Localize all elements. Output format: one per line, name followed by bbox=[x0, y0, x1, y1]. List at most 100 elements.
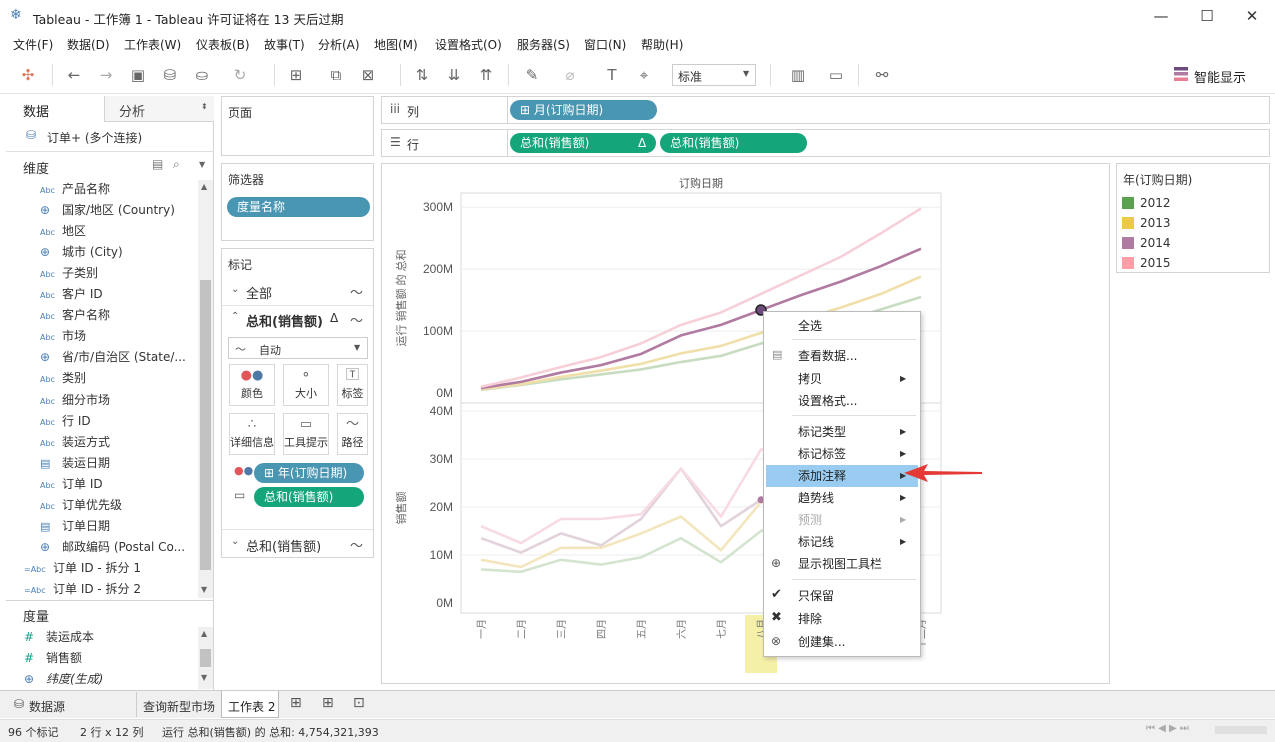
rows-pill-sales[interactable]: 总和(销售额) bbox=[660, 133, 807, 153]
tooltip-pill-sales[interactable]: 总和(销售额) bbox=[254, 487, 364, 507]
show-labels-icon[interactable]: T bbox=[600, 62, 624, 88]
page-nav-icons[interactable]: ⏮ ◀ ▶ ⏭ bbox=[1146, 723, 1189, 734]
pages-card[interactable]: 页面 bbox=[221, 96, 374, 156]
zoom-slider[interactable] bbox=[1215, 726, 1267, 734]
dimension-field[interactable]: ▤ 订单日期 bbox=[40, 517, 215, 538]
menu-trend-line[interactable]: 趋势线 bbox=[798, 488, 834, 508]
scrollbar[interactable]: ▲ ▼ bbox=[198, 180, 213, 598]
new-datasource-icon[interactable]: ⛁ bbox=[158, 62, 182, 88]
show-me-button[interactable]: 智能显示 bbox=[1194, 67, 1246, 86]
legend-item[interactable]: 2012 bbox=[1122, 194, 1171, 212]
menu-select-all[interactable]: 全选 bbox=[798, 316, 822, 336]
dimension-field[interactable]: ⊕ 邮政编码 (Postal Co... bbox=[40, 538, 215, 559]
chevron-down-icon[interactable]: ⌄ bbox=[231, 536, 239, 547]
dimension-field[interactable]: =Abc 订单 ID - 拆分 2 bbox=[24, 580, 199, 601]
undo-icon[interactable]: ← bbox=[62, 62, 86, 88]
menu-server[interactable]: 服务器(S) bbox=[517, 36, 570, 53]
mark-type-select[interactable]: 〜 自动 ▼ bbox=[228, 337, 368, 359]
clear-sheet-icon[interactable]: ⊠ bbox=[356, 62, 380, 88]
menu-add-annotation[interactable]: 添加注释 bbox=[798, 466, 846, 486]
share-icon[interactable]: ⚯ bbox=[870, 62, 894, 88]
columns-shelf[interactable]: iii 列 ⊞ 月(订购日期) bbox=[381, 96, 1270, 124]
fit-select[interactable]: 标准 ▼ bbox=[672, 64, 756, 86]
dimension-field[interactable]: Abc 订单 ID bbox=[40, 475, 215, 496]
swap-icon[interactable]: ⇅ bbox=[410, 62, 434, 88]
new-story-icon[interactable]: ⊡ bbox=[353, 695, 365, 711]
menu-view-data[interactable]: 查看数据... bbox=[798, 346, 857, 366]
tab-analysis[interactable]: 分析 ⬍ bbox=[104, 96, 214, 122]
dimension-field[interactable]: Abc 行 ID bbox=[40, 412, 215, 433]
scroll-up-icon[interactable]: ▲ bbox=[201, 629, 207, 638]
fix-axes-icon[interactable]: ⌖ bbox=[632, 62, 656, 88]
path-button[interactable]: 〜 路径 bbox=[337, 413, 368, 455]
legend-item[interactable]: 2013 bbox=[1122, 214, 1171, 232]
group-icon[interactable]: ⌀ bbox=[558, 62, 582, 88]
chevron-down-icon[interactable]: ▼ bbox=[199, 160, 205, 169]
highlight-icon[interactable]: ✎ bbox=[520, 62, 544, 88]
columns-pill-month[interactable]: ⊞ 月(订购日期) bbox=[510, 100, 657, 120]
scrollbar-thumb[interactable] bbox=[200, 280, 211, 570]
color-button[interactable]: ●● 颜色 bbox=[229, 364, 275, 406]
dimension-field[interactable]: ⊕ 国家/地区 (Country) bbox=[40, 201, 215, 222]
pause-update-icon[interactable]: ⛀ bbox=[190, 62, 214, 88]
menu-window[interactable]: 窗口(N) bbox=[584, 36, 626, 53]
show-cards-icon[interactable]: ▥ bbox=[786, 62, 810, 88]
tab-datasource[interactable]: ⛁ 数据源 bbox=[6, 692, 131, 717]
view-list-icon[interactable]: ▤ bbox=[152, 157, 163, 171]
dimension-field[interactable]: ⊕ 省/市/自治区 (State/... bbox=[40, 348, 215, 369]
menu-copy[interactable]: 拷贝 bbox=[798, 369, 822, 389]
size-button[interactable]: ⚬ 大小 bbox=[283, 364, 329, 406]
redo-icon[interactable]: → bbox=[94, 62, 118, 88]
marks-all[interactable]: 全部 bbox=[246, 283, 272, 302]
dimension-field[interactable]: Abc 客户名称 bbox=[40, 306, 215, 327]
dimension-field[interactable]: Abc 产品名称 bbox=[40, 180, 215, 201]
new-worksheet-icon[interactable]: ⊞ bbox=[284, 62, 308, 88]
menu-keep-only[interactable]: 只保留 bbox=[798, 586, 834, 606]
refresh-icon[interactable]: ↻ bbox=[228, 62, 252, 88]
menu-forecast[interactable]: 预测 bbox=[798, 510, 822, 530]
label-button[interactable]: 🅃 标签 bbox=[337, 364, 368, 406]
menu-dashboard[interactable]: 仪表板(B) bbox=[196, 36, 250, 53]
dimension-field[interactable]: ⊕ 城市 (City) bbox=[40, 243, 215, 264]
measure-field[interactable]: ⊕ 纬度(生成) bbox=[24, 670, 199, 691]
new-worksheet-icon[interactable]: ⊞ bbox=[290, 695, 302, 711]
tab-sheet-2[interactable]: 工作表 2 bbox=[221, 691, 279, 718]
measure-field[interactable]: # 装运成本 bbox=[24, 628, 199, 649]
menu-format[interactable]: 设置格式(O) bbox=[435, 36, 502, 53]
legend-item[interactable]: 2014 bbox=[1122, 234, 1171, 252]
scrollbar-thumb[interactable] bbox=[200, 649, 211, 667]
scroll-up-icon[interactable]: ▲ bbox=[201, 182, 207, 191]
new-dashboard-icon[interactable]: ⊞ bbox=[322, 695, 334, 711]
marks-card1-title[interactable]: 总和(销售额) bbox=[246, 311, 323, 330]
menu-file[interactable]: 文件(F) bbox=[13, 36, 53, 53]
legend-item[interactable]: 2015 bbox=[1122, 254, 1171, 272]
duplicate-icon[interactable]: ⧉ bbox=[324, 62, 348, 88]
measure-field[interactable]: # 销售额 bbox=[24, 649, 199, 670]
dimension-field[interactable]: Abc 子类别 bbox=[40, 264, 215, 285]
menu-reference-line[interactable]: 标记线 bbox=[798, 532, 834, 552]
menu-analysis[interactable]: 分析(A) bbox=[318, 36, 360, 53]
save-icon[interactable]: ▣ bbox=[126, 62, 150, 88]
menu-story[interactable]: 故事(T) bbox=[264, 36, 305, 53]
dimension-field[interactable]: =Abc 订单 ID - 拆分 1 bbox=[24, 559, 199, 580]
tooltip-button[interactable]: ▭ 工具提示 bbox=[283, 413, 329, 455]
menu-exclude[interactable]: 排除 bbox=[798, 609, 822, 629]
search-icon[interactable]: ⌕ bbox=[173, 157, 180, 172]
marks-card2-title[interactable]: 总和(销售额) bbox=[246, 536, 321, 555]
filter-pill-measure-names[interactable]: 度量名称 bbox=[227, 197, 370, 217]
datasource-name[interactable]: 订单+ (多个连接) bbox=[47, 129, 142, 146]
menu-format[interactable]: 设置格式... bbox=[798, 391, 857, 411]
menu-data[interactable]: 数据(D) bbox=[67, 36, 110, 53]
dimension-field[interactable]: Abc 细分市场 bbox=[40, 391, 215, 412]
dimension-field[interactable]: Abc 类别 bbox=[40, 369, 215, 390]
scroll-down-icon[interactable]: ▼ bbox=[201, 673, 207, 682]
line-chart[interactable]: 订购日期 300M 200M 100M 0M 运行 销售额 的 总和 40M 30M 20M 10… bbox=[381, 163, 1110, 684]
presentation-icon[interactable]: ▭ bbox=[824, 62, 848, 88]
rows-pill-running-sales[interactable]: 总和(销售额) Δ bbox=[510, 133, 656, 153]
tableau-home-icon[interactable]: ✣ bbox=[16, 62, 40, 88]
dimension-field[interactable]: Abc 地区 bbox=[40, 222, 215, 243]
menu-worksheet[interactable]: 工作表(W) bbox=[124, 36, 181, 53]
tab-data[interactable]: 数据 bbox=[6, 96, 104, 122]
menu-help[interactable]: 帮助(H) bbox=[641, 36, 683, 53]
menu-mark-label[interactable]: 标记标签 bbox=[798, 444, 846, 464]
